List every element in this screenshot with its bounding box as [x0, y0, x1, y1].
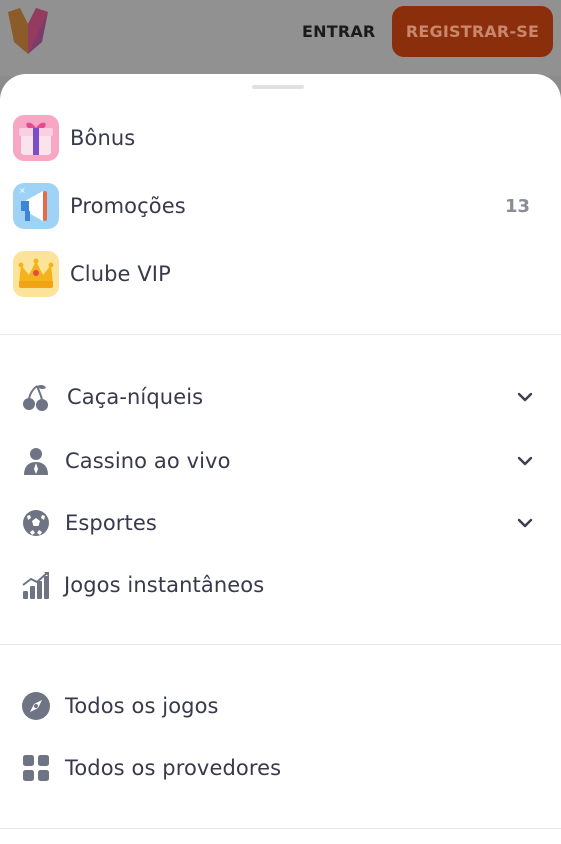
live-casino-label: Cassino ao vivo [65, 449, 231, 473]
menu-item-live-casino[interactable]: Cassino ao vivo [0, 433, 561, 489]
menu-item-slots[interactable]: Caça-níqueis [0, 369, 561, 425]
menu-item-promotions[interactable]: × Promoções 13 [0, 178, 561, 234]
all-providers-label: Todos os provedores [65, 756, 282, 780]
section-divider [0, 644, 561, 645]
sports-label: Esportes [65, 511, 157, 535]
brand-logo[interactable] [8, 8, 48, 54]
promotions-label: Promoções [70, 194, 186, 218]
chevron-down-icon[interactable] [515, 513, 535, 533]
bonus-label: Bônus [70, 126, 136, 150]
login-button[interactable]: ENTRAR [300, 19, 377, 45]
promotions-count-badge: 13 [504, 195, 530, 217]
menu-item-instant-games[interactable]: Jogos instantâneos [0, 557, 561, 613]
compass-icon [22, 692, 50, 720]
instant-games-label: Jogos instantâneos [64, 573, 265, 597]
bar-chart-icon [22, 572, 49, 599]
soccer-ball-icon [23, 510, 49, 536]
crown-icon [13, 251, 59, 297]
cherries-icon [23, 384, 48, 411]
grid-icon [23, 755, 49, 781]
gift-icon [13, 115, 59, 161]
all-games-label: Todos os jogos [65, 694, 219, 718]
menu-item-all-providers[interactable]: Todos os provedores [0, 740, 561, 796]
chevron-down-icon[interactable] [515, 387, 535, 407]
menu-item-sports[interactable]: Esportes [0, 495, 561, 551]
slots-label: Caça-níqueis [67, 385, 204, 409]
megaphone-icon: × [13, 183, 59, 229]
menu-item-bonus[interactable]: Bônus [0, 110, 561, 166]
section-divider [0, 828, 561, 829]
menu-item-all-games[interactable]: Todos os jogos [0, 678, 561, 734]
top-header: ENTRAR REGISTRAR-SE [0, 0, 561, 76]
sheet-grabber[interactable] [252, 85, 304, 89]
register-button[interactable]: REGISTRAR-SE [392, 6, 553, 57]
menu-sheet: Bônus × Promoções 13 Clube VIP Caça-níqu… [0, 74, 561, 844]
vip-club-label: Clube VIP [70, 262, 171, 286]
menu-item-vip-club[interactable]: Clube VIP [0, 246, 561, 302]
svg-text:×: × [19, 186, 26, 195]
chevron-down-icon[interactable] [515, 451, 535, 471]
dealer-icon [24, 448, 48, 475]
section-divider [0, 334, 561, 335]
